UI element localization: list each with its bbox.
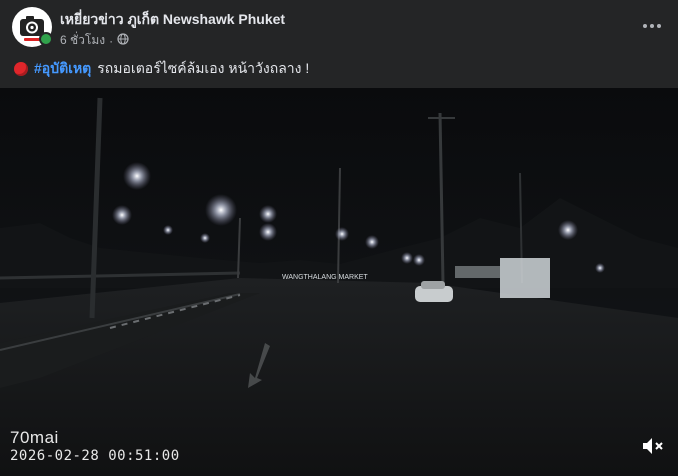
video-timestamp: 2026-02-28 00:51:00 — [10, 448, 180, 464]
video-frame: WANGTHALANG MARKET — [0, 88, 678, 476]
market-sign-text: WANGTHALANG MARKET — [282, 274, 368, 281]
caption-text: รถมอเตอร์ไซค์ล้มเอง หน้าวังถลาง ! — [97, 60, 310, 76]
post-meta: 6 ชั่วโมง · — [60, 31, 129, 50]
mute-button[interactable] — [640, 434, 666, 458]
dashcam-brand: 70mai — [10, 428, 59, 447]
page-name-link[interactable]: เหยี่ยวข่าว ภูเก็ต Newshawk Phuket — [60, 9, 285, 31]
more-options-button[interactable] — [636, 10, 668, 42]
globe-icon — [117, 33, 129, 48]
post-header: เหยี่ยวข่าว ภูเก็ต Newshawk Phuket 6 ชั่… — [0, 0, 678, 56]
hashtag-link[interactable]: #อุบัติเหตุ — [34, 58, 91, 80]
meta-separator: · — [109, 33, 114, 48]
speaker-muted-icon — [643, 438, 663, 454]
online-status-dot — [39, 32, 53, 46]
dot-icon — [650, 24, 654, 28]
page-avatar[interactable] — [12, 7, 53, 47]
dot-icon — [643, 24, 647, 28]
post-caption: #อุบัติเหตุ รถมอเตอร์ไซค์ล้มเอง หน้าวังถ… — [14, 58, 309, 80]
video-player[interactable]: WANGTHALANG MARKET 70mai 2026-02-28 00:5… — [0, 88, 678, 476]
red-circle-icon — [14, 62, 28, 76]
dot-icon — [657, 24, 661, 28]
post-time-link[interactable]: 6 ชั่วโมง — [60, 31, 105, 50]
